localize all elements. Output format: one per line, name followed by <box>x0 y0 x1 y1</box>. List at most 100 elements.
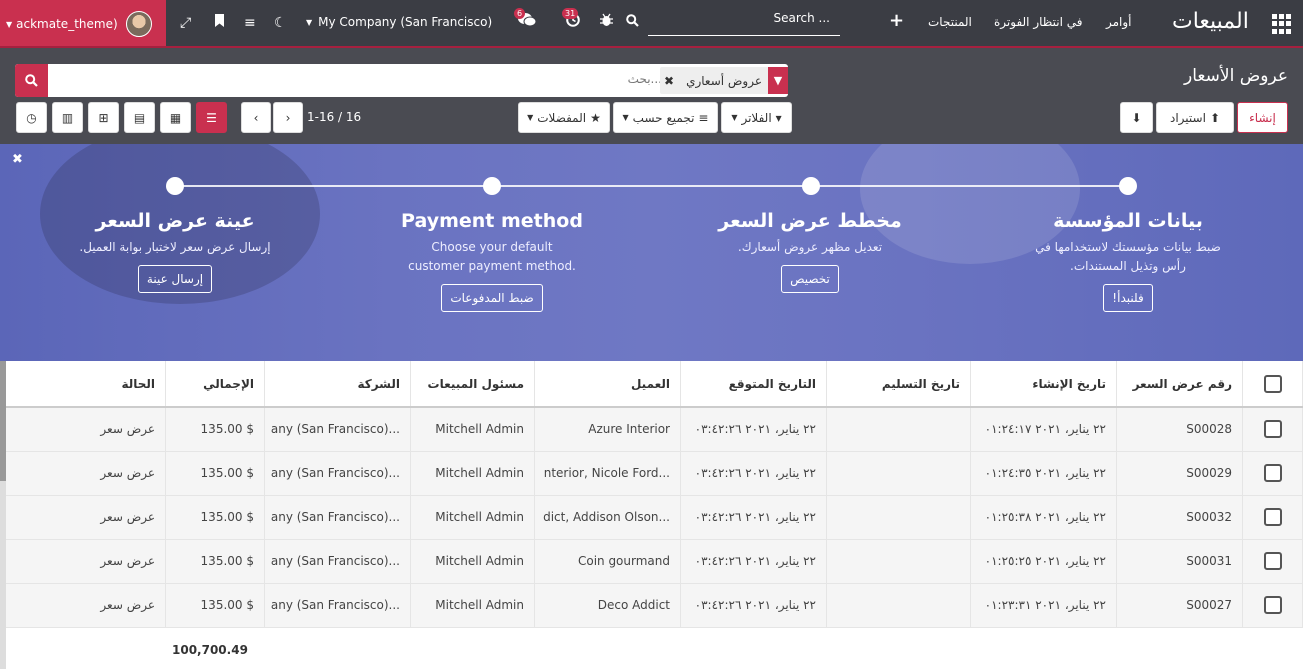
col-total[interactable]: الإجمالي <box>165 361 265 408</box>
step-customize-button[interactable]: تخصيص <box>781 265 839 293</box>
calendar-view-button[interactable]: ▤ <box>124 102 155 133</box>
cell-customer: Deco Addict <box>534 583 681 628</box>
menu-to-invoice[interactable]: في انتظار الفوترة <box>994 15 1082 29</box>
cell-number: S00029 <box>1116 451 1243 496</box>
row-checkbox[interactable] <box>1242 539 1303 584</box>
user-menu[interactable]: ▼ ackmate_theme) <box>0 0 166 48</box>
menu-icon[interactable]: ≡ <box>244 13 256 33</box>
cell-customer: Azure Interior <box>534 407 681 452</box>
moon-icon[interactable]: ☾ <box>274 13 287 33</box>
star-icon: ★ <box>590 110 601 125</box>
facet-remove-icon[interactable]: ✖ <box>660 74 680 88</box>
cell-salesperson: Mitchell Admin <box>410 451 535 496</box>
bug-icon[interactable] <box>600 13 613 33</box>
activity-view-button[interactable]: ◷ <box>16 102 47 133</box>
cell-delivery <box>826 451 971 496</box>
facet-label: عروض أسعاري <box>686 73 762 88</box>
cell-status: عرض سعر <box>5 451 166 496</box>
caret-down-icon: ▼ <box>306 18 313 27</box>
col-number[interactable]: رقم عرض السعر <box>1116 361 1243 408</box>
bar-chart-icon: ▥ <box>61 110 74 125</box>
list-view-button[interactable]: ☰ <box>196 102 227 133</box>
kanban-view-icon: ▦ <box>169 110 182 125</box>
cell-created: ٢٢ يناير، ٢٠٢١ ٠١:٢٤:٣٥ <box>970 451 1117 496</box>
filters-label: الفلاتر <box>741 110 772 125</box>
fullscreen-icon[interactable]: ⤢ <box>180 13 191 33</box>
cell-company: ...any (San Francisco) <box>264 539 411 584</box>
row-checkbox[interactable] <box>1242 495 1303 540</box>
step-dot <box>483 177 501 195</box>
col-expected[interactable]: التاريخ المتوقع <box>680 361 827 408</box>
cell-status: عرض سعر <box>5 583 166 628</box>
search-button[interactable] <box>15 64 48 97</box>
search-input[interactable] <box>362 72 662 86</box>
pager-previous-button[interactable]: ‹ <box>241 102 271 133</box>
cell-status: عرض سعر <box>5 539 166 584</box>
table-row[interactable]: S00029 ٢٢ يناير، ٢٠٢١ ٠١:٢٤:٣٥ ٢٢ يناير،… <box>5 451 1303 496</box>
cell-salesperson: Mitchell Admin <box>410 539 535 584</box>
pager-next-button[interactable]: › <box>273 102 303 133</box>
table-row[interactable]: S00028 ٢٢ يناير، ٢٠٢١ ٠١:٢٤:١٧ ٢٢ يناير،… <box>5 407 1303 452</box>
list-view-icon: ☰ <box>206 110 217 125</box>
menu-orders[interactable]: أوامر <box>1106 15 1132 29</box>
step-start-button[interactable]: فلنبدأ! <box>1103 284 1153 312</box>
filter-icon: ▼ <box>768 67 788 94</box>
col-company[interactable]: الشركة <box>264 361 411 408</box>
search-bar: ▼ عروض أسعاري ✖ <box>15 64 788 97</box>
row-checkbox[interactable] <box>1242 451 1303 496</box>
upload-icon: ⬆ <box>1209 110 1220 125</box>
table-row[interactable]: S00031 ٢٢ يناير، ٢٠٢١ ٠١:٢٥:٢٥ ٢٢ يناير،… <box>5 539 1303 584</box>
close-icon[interactable]: ✖ <box>12 152 23 167</box>
chevron-right-icon: › <box>285 110 291 125</box>
table-row[interactable]: S00027 ٢٢ يناير، ٢٠٢١ ٠١:٢٣:٣١ ٢٢ يناير،… <box>5 583 1303 628</box>
col-created[interactable]: تاريخ الإنشاء <box>970 361 1117 408</box>
step-send-sample-button[interactable]: إرسال عينة <box>137 265 213 293</box>
step-payment-method: Payment method Choose your default custo… <box>352 210 632 312</box>
table-header-row: رقم عرض السعر تاريخ الإنشاء تاريخ التسلي… <box>5 361 1303 408</box>
bookmark-icon[interactable] <box>214 13 225 33</box>
caret-down-icon: ▼ <box>6 19 13 29</box>
cell-delivery <box>826 583 971 628</box>
kanban-view-button[interactable]: ▦ <box>160 102 191 133</box>
import-button[interactable]: استيراد ⬆ <box>1156 102 1234 133</box>
group-by-label: تجميع حسب <box>632 110 695 125</box>
favorites-button[interactable]: ▼ المفضلات ★ <box>518 102 610 133</box>
row-checkbox[interactable] <box>1242 407 1303 452</box>
pager-value[interactable]: 1-16 / 16 <box>307 110 361 124</box>
row-checkbox[interactable] <box>1242 583 1303 628</box>
chevron-left-icon: ‹ <box>253 110 259 125</box>
cell-delivery <box>826 495 971 540</box>
col-status[interactable]: الحالة <box>5 361 166 408</box>
pivot-view-button[interactable]: ⊞ <box>88 102 119 133</box>
cell-salesperson: Mitchell Admin <box>410 407 535 452</box>
search-icon[interactable] <box>626 13 639 33</box>
select-all-checkbox[interactable] <box>1242 361 1303 408</box>
calendar-icon: ▤ <box>133 110 146 125</box>
step-dot <box>166 177 184 195</box>
global-search-input[interactable]: Search ... <box>648 8 840 36</box>
col-delivery[interactable]: تاريخ التسليم <box>826 361 971 408</box>
filters-button[interactable]: ▼ الفلاتر ▾ <box>721 102 792 133</box>
cell-number: S00031 <box>1116 539 1243 584</box>
cell-status: عرض سعر <box>5 407 166 452</box>
favorites-label: المفضلات <box>537 110 587 125</box>
plus-icon[interactable]: + <box>889 11 904 31</box>
table-row[interactable]: S00032 ٢٢ يناير، ٢٠٢١ ٠١:٢٥:٣٨ ٢٢ يناير،… <box>5 495 1303 540</box>
cell-number: S00032 <box>1116 495 1243 540</box>
company-name: My Company (San Francisco) <box>318 15 493 29</box>
step-payments-button[interactable]: ضبط المدفوعات <box>441 284 543 312</box>
menu-products[interactable]: المنتجات <box>928 15 972 29</box>
col-salesperson[interactable]: مسئول المبيعات <box>410 361 535 408</box>
cell-salesperson: Mitchell Admin <box>410 583 535 628</box>
messages-icon[interactable]: 6 <box>514 8 537 33</box>
cell-created: ٢٢ يناير، ٢٠٢١ ٠١:٢٥:٣٨ <box>970 495 1117 540</box>
cell-expected: ٢٢ يناير، ٢٠٢١ ٠٣:٤٢:٢٦ <box>680 539 827 584</box>
create-button[interactable]: إنشاء <box>1237 102 1288 133</box>
activity-clock-icon[interactable]: 31 <box>562 8 580 33</box>
company-switcher[interactable]: ▼ My Company (San Francisco) <box>306 15 492 31</box>
download-button[interactable]: ⬇ <box>1120 102 1153 133</box>
apps-grid-icon[interactable] <box>1272 14 1292 34</box>
group-by-button[interactable]: ▼ تجميع حسب ≡ <box>613 102 718 133</box>
col-customer[interactable]: العميل <box>534 361 681 408</box>
graph-view-button[interactable]: ▥ <box>52 102 83 133</box>
